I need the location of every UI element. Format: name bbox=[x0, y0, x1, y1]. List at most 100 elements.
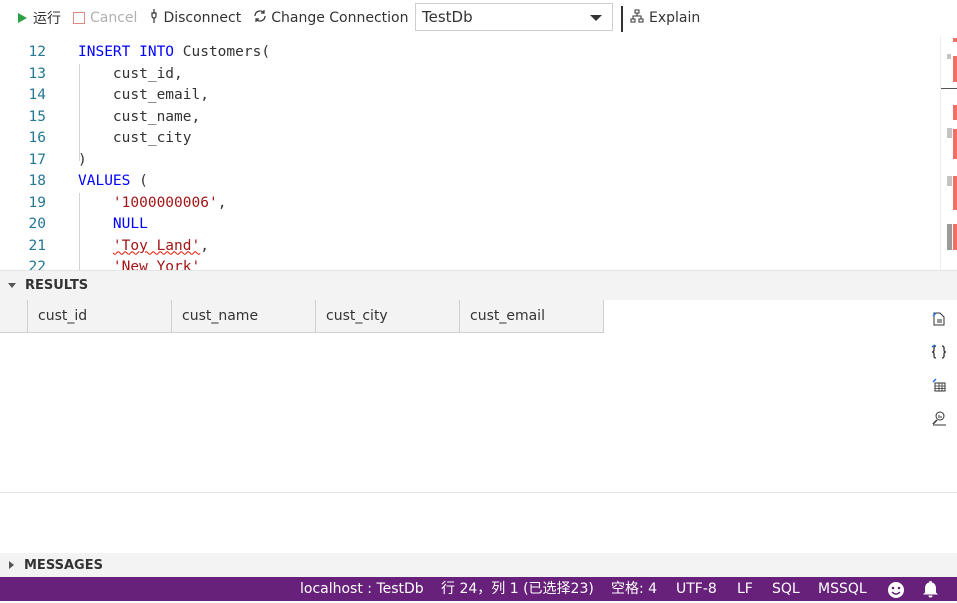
results-actions bbox=[925, 305, 953, 437]
feedback-smiley-icon[interactable] bbox=[887, 581, 905, 598]
line-number: 18 bbox=[28, 173, 46, 189]
play-icon bbox=[18, 13, 27, 23]
save-as-csv-button[interactable] bbox=[925, 305, 953, 333]
database-select[interactable]: TestDb bbox=[415, 3, 613, 31]
code-token: cust_name, bbox=[78, 108, 201, 125]
run-button[interactable]: 运行 bbox=[18, 8, 61, 28]
code-token: cust_id, bbox=[78, 65, 183, 82]
results-title: RESULTS bbox=[25, 278, 89, 293]
change-connection-label: Change Connection bbox=[271, 10, 409, 26]
code-text: '1000000006', bbox=[78, 193, 227, 215]
code-token: NULL bbox=[112, 216, 148, 232]
code-token: INSERT INTO bbox=[78, 44, 175, 60]
code-text: VALUES ( bbox=[78, 171, 148, 193]
code-token: , bbox=[200, 237, 209, 254]
line-number: 22 bbox=[28, 259, 46, 270]
code-token: Customers( bbox=[174, 44, 271, 60]
line-number: 15 bbox=[28, 108, 46, 125]
status-bar: localhost : TestDb 行 24，列 1 (已选择23) 空格: … bbox=[0, 577, 957, 601]
save-as-json-button[interactable] bbox=[925, 338, 953, 366]
code-token: 'New York' bbox=[112, 259, 201, 270]
refresh-connection-icon bbox=[253, 9, 267, 27]
line-number: 14 bbox=[28, 87, 46, 103]
save-as-excel-button[interactable] bbox=[925, 371, 953, 399]
change-connection-button[interactable]: Change Connection bbox=[253, 9, 408, 27]
column-header[interactable]: cust_email bbox=[460, 300, 604, 332]
save-csv-icon bbox=[932, 312, 945, 326]
save-excel-icon bbox=[932, 378, 946, 392]
chart-search-icon bbox=[932, 411, 946, 426]
chevron-down-icon bbox=[590, 15, 602, 21]
code-token: VALUES bbox=[78, 173, 131, 189]
line-number: 21 bbox=[28, 237, 46, 254]
status-encoding[interactable]: UTF-8 bbox=[676, 577, 717, 601]
messages-panel-header[interactable]: MESSAGES bbox=[0, 553, 957, 577]
status-indentation[interactable]: 空格: 4 bbox=[611, 577, 657, 601]
results-grid-header: cust_id cust_name cust_city cust_email bbox=[0, 300, 604, 333]
error-marker bbox=[953, 105, 957, 120]
chart-viewer-button[interactable] bbox=[925, 404, 953, 432]
line-number: 16 bbox=[28, 130, 46, 146]
code-token: 'Toy Land' bbox=[112, 237, 201, 254]
status-language[interactable]: SQL bbox=[772, 577, 800, 601]
error-marker bbox=[953, 129, 957, 159]
column-header[interactable]: cust_city bbox=[316, 300, 460, 332]
sql-editor[interactable]: 12 INSERT INTO Customers( 13 cust_id, 14 cu… bbox=[0, 36, 957, 270]
code-text: cust_name, bbox=[78, 107, 200, 129]
explain-label: Explain bbox=[649, 10, 701, 26]
cancel-label: Cancel bbox=[90, 10, 138, 26]
editor-overview-ruler[interactable] bbox=[940, 36, 957, 270]
code-text: INSERT INTO Customers( bbox=[78, 42, 270, 64]
line-number: 13 bbox=[28, 65, 46, 82]
code-text: 'Toy Land', bbox=[78, 236, 209, 258]
code-text: cust_id, bbox=[78, 64, 183, 86]
column-header[interactable]: cust_name bbox=[172, 300, 316, 332]
expand-triangle-icon bbox=[9, 561, 14, 569]
line-number: 17 bbox=[28, 151, 46, 168]
error-marker bbox=[953, 176, 957, 210]
code-token: cust_email, bbox=[78, 87, 209, 103]
results-bottom-border bbox=[0, 492, 957, 493]
database-select-value: TestDb bbox=[422, 8, 473, 26]
hierarchy-icon bbox=[630, 9, 644, 27]
disconnect-button[interactable]: Disconnect bbox=[149, 9, 241, 27]
unplug-icon bbox=[149, 9, 159, 27]
code-text: cust_email, bbox=[78, 85, 209, 107]
line-number: 12 bbox=[28, 44, 46, 60]
status-connection[interactable]: localhost : TestDb bbox=[300, 577, 424, 601]
cancel-button[interactable]: Cancel bbox=[73, 10, 137, 26]
results-panel-header[interactable]: RESULTS bbox=[0, 270, 957, 300]
code-token: cust_city bbox=[78, 130, 192, 146]
status-provider[interactable]: MSSQL bbox=[818, 577, 867, 601]
warning-marker bbox=[947, 54, 951, 59]
warning-marker bbox=[947, 128, 952, 138]
indent-guide bbox=[79, 64, 80, 161]
explain-button[interactable]: Explain bbox=[630, 0, 700, 36]
status-eol[interactable]: LF bbox=[737, 577, 753, 601]
json-braces-icon bbox=[931, 344, 947, 359]
warning-marker bbox=[947, 224, 952, 250]
warning-marker bbox=[947, 176, 952, 186]
notifications-bell-icon[interactable] bbox=[922, 580, 939, 598]
line-number: 20 bbox=[28, 216, 46, 232]
code-text: 'New York' bbox=[78, 257, 200, 270]
error-marker bbox=[953, 38, 957, 42]
status-cursor-position[interactable]: 行 24，列 1 (已选择23) bbox=[441, 577, 594, 601]
code-text: cust_city bbox=[78, 128, 192, 150]
indent-guide bbox=[79, 193, 80, 270]
run-label: 运行 bbox=[33, 11, 61, 27]
line-number: 19 bbox=[28, 194, 46, 211]
stop-icon bbox=[73, 12, 85, 24]
code-token: '1000000006' bbox=[112, 194, 218, 211]
code-token: ( bbox=[130, 173, 148, 189]
error-marker bbox=[953, 56, 957, 82]
toolbar-divider bbox=[621, 6, 623, 32]
row-number-column[interactable] bbox=[0, 300, 28, 332]
messages-title: MESSAGES bbox=[24, 557, 103, 573]
disconnect-label: Disconnect bbox=[163, 10, 242, 26]
column-header[interactable]: cust_id bbox=[28, 300, 172, 332]
